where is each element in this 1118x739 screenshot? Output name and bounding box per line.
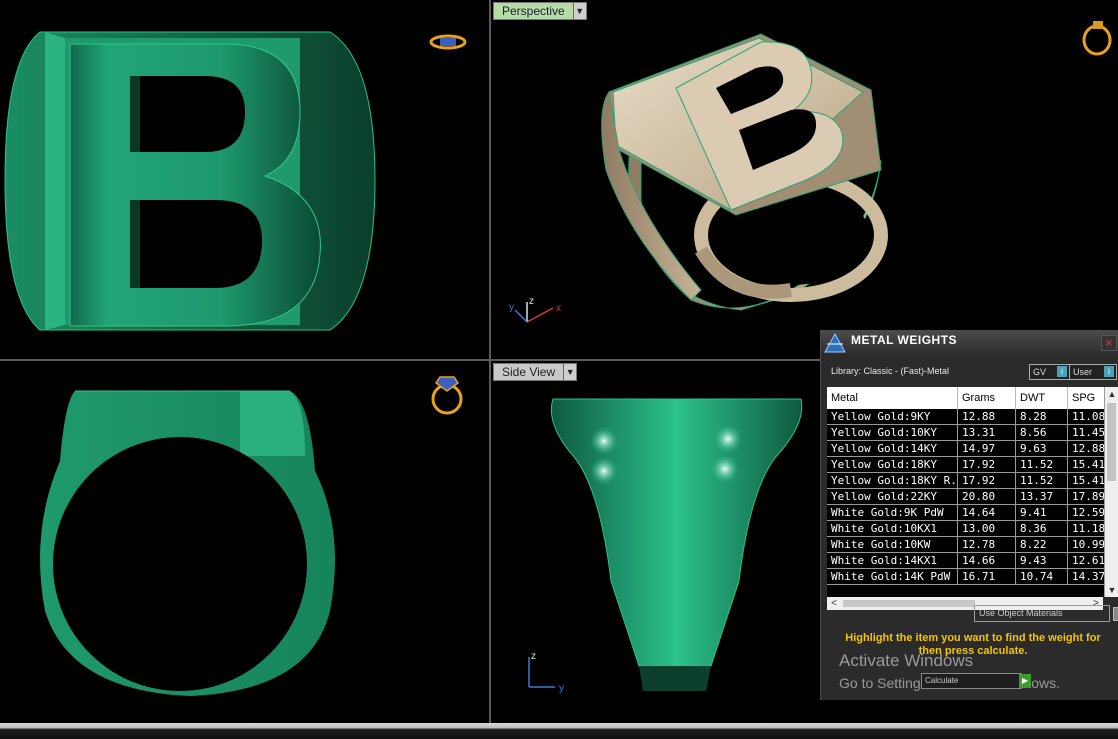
column-header-dwt[interactable]: DWT [1015, 387, 1068, 409]
info-icon: i [1057, 366, 1067, 377]
table-row[interactable]: White Gold:14KX1 14.66 9.43 12.61 [827, 552, 1117, 569]
front-view-ring-icon [429, 34, 467, 50]
table-row[interactable]: White Gold:14K PdW 16.71 10.74 14.37 [827, 568, 1117, 585]
cell-grams: 20.80 [957, 488, 1016, 505]
cell-metal: White Gold:14KX1 [827, 552, 958, 569]
perspective-label[interactable]: Perspective [494, 3, 573, 19]
axis-y-label: y [559, 683, 564, 693]
axis-gizmo-side: z y [528, 651, 564, 693]
cell-dwt: 10.74 [1015, 568, 1068, 585]
status-bar [0, 723, 1118, 739]
cell-metal: White Gold:10KX1 [827, 520, 958, 537]
cell-metal: Yellow Gold:9KY [827, 409, 958, 425]
metal-weights-panel: METAL WEIGHTS × Library: Classic - (Fast… [820, 330, 1118, 700]
table-row[interactable]: Yellow Gold:9KY 12.88 8.28 11.08 [827, 409, 1117, 425]
end-view-ring-icon [431, 376, 463, 415]
use-object-materials-toggle[interactable]: Use Object Materials [974, 605, 1118, 622]
cell-grams: 12.88 [957, 409, 1016, 425]
cell-grams: 12.78 [957, 536, 1016, 553]
cell-grams: 13.00 [957, 520, 1016, 537]
cell-metal: White Gold:9K PdW [827, 504, 958, 521]
table-row[interactable]: White Gold:10KX1 13.00 8.36 11.18 [827, 520, 1117, 537]
column-header-grams[interactable]: Grams [957, 387, 1016, 409]
cell-metal: Yellow Gold:18KY R... [827, 472, 958, 489]
front-view-render [4, 31, 376, 331]
cell-dwt: 11.52 [1015, 456, 1068, 473]
cell-grams: 14.97 [957, 440, 1016, 457]
chevron-down-icon[interactable]: ▼ [563, 364, 577, 380]
calculate-label: Calculate [925, 676, 959, 685]
cell-metal: White Gold:14K PdW [827, 568, 958, 585]
cell-grams: 14.64 [957, 504, 1016, 521]
cell-dwt: 13.37 [1015, 488, 1068, 505]
viewport-perspective[interactable]: Perspective ▼ x z y [491, 0, 1118, 359]
chevron-down-icon[interactable]: ▼ [1105, 583, 1118, 597]
viewport-label-side[interactable]: Side View ▼ [493, 363, 578, 381]
chevron-left-icon[interactable]: < [827, 597, 841, 610]
cell-dwt: 8.22 [1015, 536, 1068, 553]
use-object-materials-label: Use Object Materials [979, 608, 1063, 618]
activate-windows-title: Activate Windows [839, 651, 974, 670]
cell-grams: 17.92 [957, 456, 1016, 473]
cell-grams: 16.71 [957, 568, 1016, 585]
table-row[interactable]: White Gold:9K PdW 14.64 9.41 12.59 [827, 504, 1117, 521]
gv-label: GV [1033, 367, 1047, 377]
side-view-label[interactable]: Side View [494, 364, 564, 380]
cell-grams: 13.31 [957, 424, 1016, 441]
axis-z-label: z [529, 296, 534, 307]
perspective-render [601, 33, 888, 311]
info-icon: i [1104, 366, 1114, 377]
cell-dwt: 9.41 [1015, 504, 1068, 521]
calculate-button[interactable]: Calculate ▶ [921, 673, 1031, 689]
column-header-metal[interactable]: Metal [827, 387, 958, 409]
table-row[interactable]: Yellow Gold:18KY 17.92 11.52 15.41 [827, 456, 1117, 473]
scroll-thumb[interactable] [1107, 403, 1116, 481]
close-button[interactable]: × [1101, 335, 1117, 351]
table-header-row: Metal Grams DWT SPG [827, 387, 1117, 409]
cell-dwt: 9.43 [1015, 552, 1068, 569]
viewport-label-perspective[interactable]: Perspective ▼ [493, 2, 587, 20]
library-label: Library: Classic - (Fast)-Metal [831, 366, 950, 376]
cell-dwt: 8.36 [1015, 520, 1068, 537]
axis-z-label: z [531, 651, 536, 662]
table-vertical-scrollbar[interactable]: ▲ ▼ [1104, 387, 1118, 597]
user-label: User [1073, 367, 1093, 377]
gv-toggle[interactable]: GV i [1029, 364, 1070, 380]
scale-icon [824, 332, 846, 353]
cell-dwt: 8.56 [1015, 424, 1068, 441]
cell-grams: 17.92 [957, 472, 1016, 489]
table-row[interactable]: Yellow Gold:10KY 13.31 8.56 11.45 [827, 424, 1117, 441]
cell-metal: Yellow Gold:14KY [827, 440, 958, 457]
cell-metal: Yellow Gold:10KY [827, 424, 958, 441]
cell-dwt: 8.28 [1015, 409, 1068, 425]
axis-gizmo-perspective: x z y [509, 296, 561, 323]
cell-dwt: 9.63 [1015, 440, 1068, 457]
cell-metal: White Gold:10KW [827, 536, 958, 553]
cell-dwt: 11.52 [1015, 472, 1068, 489]
table-row[interactable]: Yellow Gold:18KY R... 17.92 11.52 15.41 [827, 472, 1117, 489]
table-row[interactable]: Yellow Gold:22KY 20.80 13.37 17.89 [827, 488, 1117, 505]
table-row[interactable]: Yellow Gold:14KY 14.97 9.63 12.88 [827, 440, 1117, 457]
panel-title: METAL WEIGHTS [851, 333, 958, 347]
metal-table-container[interactable]: Metal Grams DWT SPG Yellow Gold:9KY 12.8… [827, 387, 1117, 597]
axis-x-label: x [556, 303, 561, 314]
scroll-thumb[interactable] [843, 600, 975, 607]
play-icon[interactable]: ▶ [1019, 674, 1031, 688]
user-toggle[interactable]: User i [1069, 364, 1117, 380]
cell-grams: 14.66 [957, 552, 1016, 569]
end-view-render [40, 390, 335, 696]
viewport-bottom-left[interactable] [0, 361, 489, 723]
table-row[interactable]: White Gold:10KW 12.78 8.22 10.99 [827, 536, 1117, 553]
perspective-ring-icon [1082, 21, 1112, 56]
cell-metal: Yellow Gold:18KY [827, 456, 958, 473]
viewport-top-left[interactable] [0, 0, 489, 359]
panel-titlebar[interactable]: METAL WEIGHTS × [821, 331, 1118, 354]
viewport-divider-vertical[interactable] [489, 0, 491, 723]
chevron-down-icon[interactable]: ▼ [572, 3, 586, 19]
metal-weights-table: Metal Grams DWT SPG Yellow Gold:9KY 12.8… [827, 387, 1117, 585]
chevron-up-icon[interactable]: ▲ [1105, 387, 1118, 401]
axis-y-label: y [509, 302, 514, 313]
cell-metal: Yellow Gold:22KY [827, 488, 958, 505]
checkbox-icon[interactable] [1113, 607, 1118, 621]
